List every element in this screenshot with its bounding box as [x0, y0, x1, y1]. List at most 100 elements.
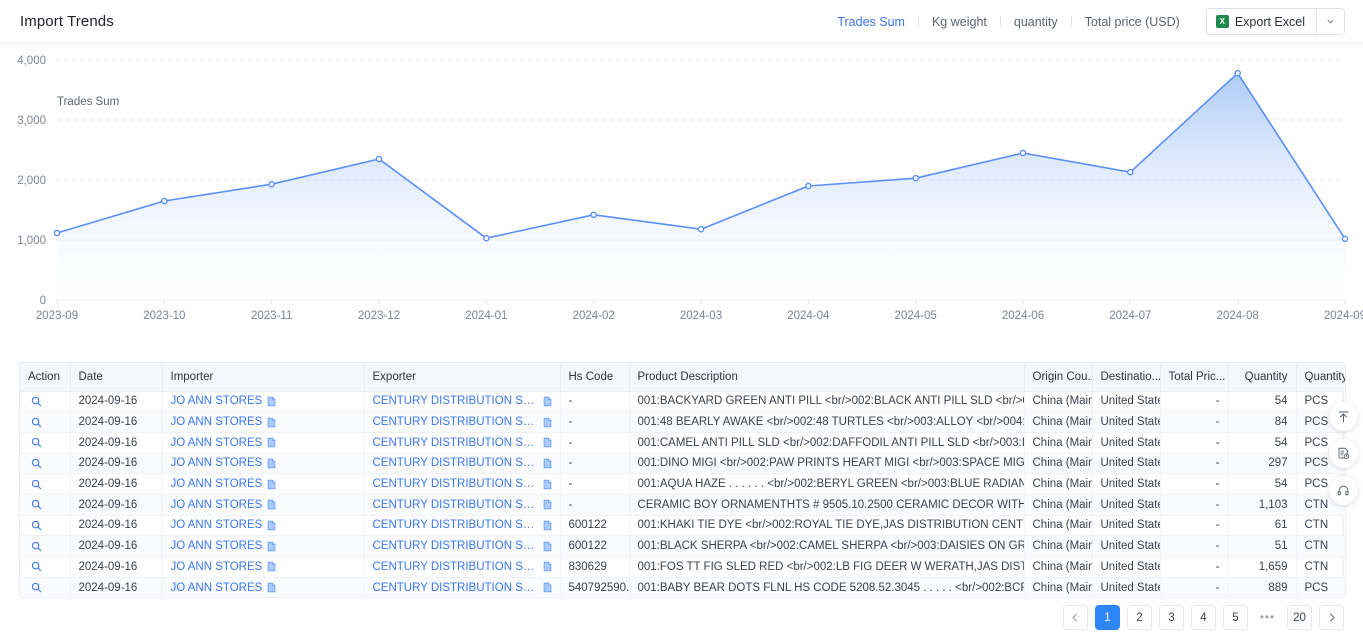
tab-quantity[interactable]: quantity: [1001, 8, 1071, 36]
table-row[interactable]: 2024-09-16 JO ANN STORES CENTURY DISTRIBUT…: [20, 432, 1346, 454]
copy-icon[interactable]: [543, 561, 552, 572]
copy-icon[interactable]: [267, 541, 276, 552]
cell-action[interactable]: [20, 556, 71, 578]
column-header-destination[interactable]: Destinatio...: [1092, 363, 1161, 392]
exporter-link[interactable]: CENTURY DISTRIBUTION SYSTEMS: [373, 561, 538, 573]
exporter-link[interactable]: CENTURY DISTRIBUTION SYSTEMS SH...: [373, 395, 538, 407]
column-header-exporter[interactable]: Exporter: [364, 363, 561, 392]
column-header-action[interactable]: Action: [20, 363, 71, 392]
search-magnifier-icon[interactable]: [31, 520, 42, 531]
importer-link[interactable]: JO ANN STORES: [171, 457, 263, 469]
chart-data-point[interactable]: [912, 174, 919, 182]
exporter-link[interactable]: CENTURY DISTRIBUTION SYSTEMS SH...: [373, 582, 538, 594]
column-header-hs-code[interactable]: Hs Code: [560, 363, 630, 392]
cell-action[interactable]: [20, 577, 71, 599]
column-header-date[interactable]: Date: [70, 363, 163, 392]
chart-data-point[interactable]: [805, 182, 812, 190]
importer-link[interactable]: JO ANN STORES: [171, 499, 263, 511]
scroll-to-top-button[interactable]: [1329, 402, 1358, 431]
pagination-page-3[interactable]: 3: [1158, 605, 1184, 630]
chart-data-point[interactable]: [1234, 69, 1241, 77]
cell-action[interactable]: [20, 535, 71, 557]
cell-action[interactable]: [20, 432, 71, 454]
table-row[interactable]: 2024-09-16 JO ANN STORES CENTURY DISTRIBUT…: [20, 411, 1346, 433]
search-magnifier-icon[interactable]: [31, 582, 42, 593]
chart-data-point[interactable]: [483, 234, 490, 242]
column-header-quantity[interactable]: Quantity: [1228, 363, 1297, 392]
table-row[interactable]: 2024-09-16 JO ANN STORES CENTURY DISTRIBUT…: [20, 453, 1346, 475]
pagination-prev-button[interactable]: [1062, 605, 1088, 630]
exporter-link[interactable]: CENTURY DISTRIBUTION SYSTEMS SH...: [373, 416, 538, 428]
copy-icon[interactable]: [267, 396, 276, 407]
cell-action[interactable]: [20, 473, 71, 495]
search-magnifier-icon[interactable]: [31, 417, 42, 428]
copy-icon[interactable]: [267, 499, 276, 510]
table-row[interactable]: 2024-09-16 JO ANN STORES CENTURY DISTRIBUT…: [20, 556, 1346, 578]
pagination-ellipsis[interactable]: •••: [1255, 605, 1280, 630]
pagination-next-button[interactable]: [1319, 605, 1344, 630]
cell-action[interactable]: [20, 391, 71, 413]
importer-link[interactable]: JO ANN STORES: [171, 561, 263, 573]
support-headset-button[interactable]: [1329, 476, 1358, 505]
chart-data-point[interactable]: [268, 180, 275, 188]
pagination-page-1[interactable]: 1: [1094, 605, 1120, 630]
pagination-page-2[interactable]: 2: [1126, 605, 1152, 630]
chart-data-point[interactable]: [1341, 235, 1349, 243]
cell-action[interactable]: [20, 494, 71, 516]
pagination-page-5[interactable]: 5: [1222, 605, 1248, 630]
copy-icon[interactable]: [543, 479, 552, 490]
copy-icon[interactable]: [267, 561, 276, 572]
exporter-link[interactable]: CENTURY DISTRIBUTION SYSTEMS: [373, 499, 538, 511]
cell-action[interactable]: [20, 453, 71, 475]
search-magnifier-icon[interactable]: [31, 437, 42, 448]
chart-data-point[interactable]: [53, 229, 61, 237]
copy-icon[interactable]: [543, 458, 552, 469]
copy-icon[interactable]: [543, 520, 552, 531]
tab-total-price-usd[interactable]: Total price (USD): [1072, 8, 1193, 36]
importer-link[interactable]: JO ANN STORES: [171, 519, 263, 531]
chart-data-point[interactable]: [1019, 149, 1027, 157]
table-row[interactable]: 2024-09-16 JO ANN STORES CENTURY DISTRIBUT…: [20, 515, 1346, 537]
search-magnifier-icon[interactable]: [31, 396, 42, 407]
copy-icon[interactable]: [267, 458, 276, 469]
exporter-link[interactable]: CENTURY DISTRIBUTION SYSTEMS SH...: [373, 437, 538, 449]
search-magnifier-icon[interactable]: [31, 458, 42, 469]
column-header-quantity-unit[interactable]: Quantity U...: [1296, 363, 1346, 392]
table-row[interactable]: 2024-09-16 JO ANN STORES CENTURY DISTRIBUT…: [20, 473, 1346, 495]
chart-data-point[interactable]: [161, 197, 168, 205]
exporter-link[interactable]: CENTURY DISTRIBUTION SYSTEMS: [373, 540, 538, 552]
copy-icon[interactable]: [543, 541, 552, 552]
copy-icon[interactable]: [543, 437, 552, 448]
copy-icon[interactable]: [543, 417, 552, 428]
table-row[interactable]: 2024-09-16 JO ANN STORES CENTURY DISTRIBUT…: [20, 494, 1346, 516]
search-magnifier-icon[interactable]: [31, 541, 42, 552]
importer-link[interactable]: JO ANN STORES: [171, 540, 263, 552]
importer-link[interactable]: JO ANN STORES: [171, 582, 263, 594]
table-row[interactable]: 2024-09-16 JO ANN STORES CENTURY DISTRIBUT…: [20, 535, 1346, 557]
copy-icon[interactable]: [543, 582, 552, 593]
chart-data-point[interactable]: [590, 211, 597, 219]
export-dropdown-button[interactable]: [1317, 9, 1344, 34]
importer-link[interactable]: JO ANN STORES: [171, 395, 263, 407]
exporter-link[interactable]: CENTURY DISTRIBUTION SYSTEMS SH...: [373, 478, 538, 490]
pagination-last-page[interactable]: 20: [1287, 605, 1312, 630]
exporter-link[interactable]: CENTURY DISTRIBUTION SYSTEMS: [373, 519, 538, 531]
column-header-importer[interactable]: Importer: [162, 363, 365, 392]
pagination-page-4[interactable]: 4: [1190, 605, 1216, 630]
column-header-product-description[interactable]: Product Description: [629, 363, 1025, 392]
importer-link[interactable]: JO ANN STORES: [171, 437, 263, 449]
table-row[interactable]: 2024-09-16 JO ANN STORES CENTURY DISTRIBUT…: [20, 577, 1346, 599]
chart-data-point[interactable]: [1127, 168, 1134, 176]
search-magnifier-icon[interactable]: [31, 479, 42, 490]
copy-icon[interactable]: [267, 520, 276, 531]
importer-link[interactable]: JO ANN STORES: [171, 416, 263, 428]
exporter-link[interactable]: CENTURY DISTRIBUTION SYSTEMS SH...: [373, 457, 538, 469]
copy-icon[interactable]: [543, 499, 552, 510]
search-magnifier-icon[interactable]: [31, 561, 42, 572]
tab-kg-weight[interactable]: Kg weight: [919, 8, 1000, 36]
cell-action[interactable]: [20, 515, 71, 537]
export-excel-button[interactable]: X Export Excel: [1207, 9, 1317, 34]
chart-data-point[interactable]: [697, 225, 705, 233]
report-document-button[interactable]: [1329, 439, 1358, 468]
table-row[interactable]: 2024-09-16 JO ANN STORES CENTURY DISTRIBUT…: [20, 391, 1346, 413]
